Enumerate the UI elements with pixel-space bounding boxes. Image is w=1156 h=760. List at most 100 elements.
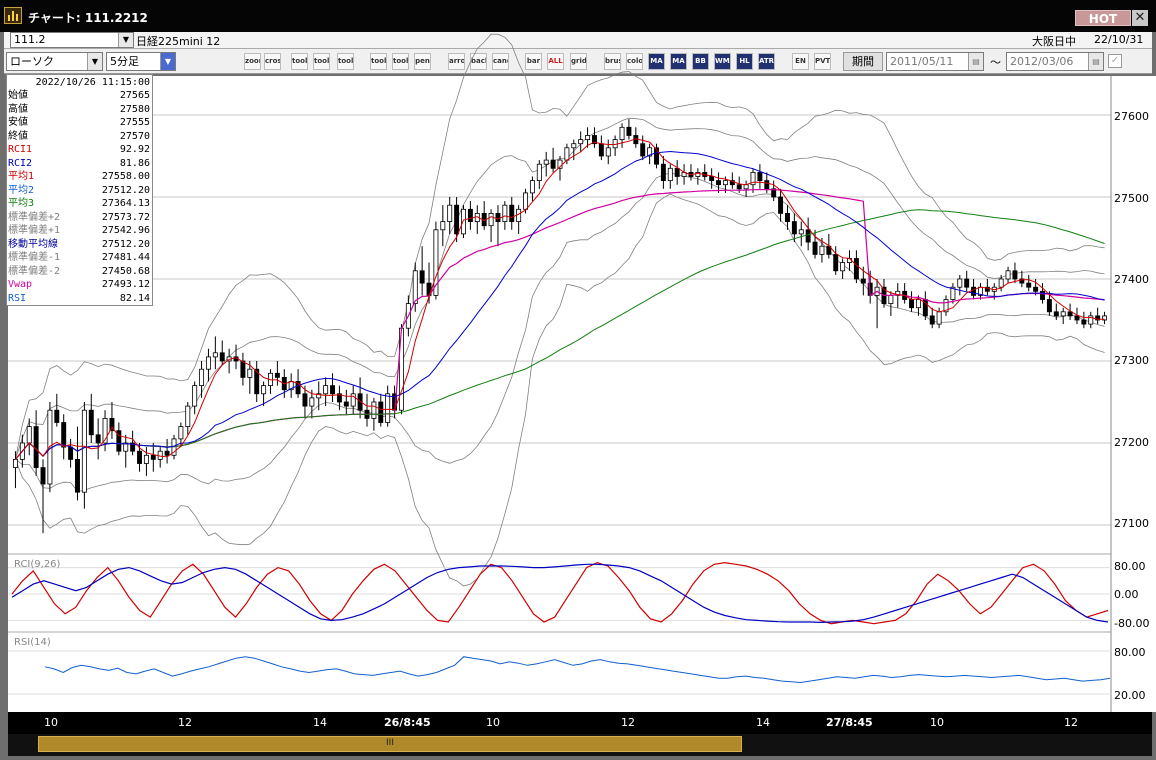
candle-body [536, 163, 542, 181]
candle-body [330, 385, 335, 395]
candle-body [412, 270, 418, 304]
candle-body [833, 253, 839, 272]
candle-body [61, 422, 67, 448]
rci-tick: 0.00 [1114, 588, 1139, 601]
price-tick: 27300 [1114, 354, 1149, 367]
candle-body [54, 409, 60, 423]
info-label: 安値 [8, 117, 28, 128]
candle-body [447, 204, 453, 222]
candle-body [998, 278, 1004, 288]
time-tick: 12 [178, 716, 192, 729]
candle-body [578, 139, 584, 145]
candle-body [1005, 270, 1011, 280]
info-value: 27364.13 [101, 198, 150, 209]
info-label: RSI [8, 292, 27, 304]
rsi-tick: 20.00 [1114, 689, 1146, 702]
ohlc-info-panel: 2022/10/26 11:15:00 始値 27565 高値 27580 安値 2755… [6, 74, 153, 306]
candle-body [261, 385, 267, 395]
candle-body [419, 270, 425, 284]
info-row: 安値 27555 [8, 116, 152, 129]
candle-body [743, 184, 749, 190]
info-row: 平均2 27512.20 [8, 184, 152, 197]
price-tick: 27500 [1114, 192, 1149, 205]
info-row: 平均1 27558.00 [8, 170, 152, 183]
info-row: RCI2 81.86 [8, 157, 152, 170]
info-row: Vwap 27493.12 [8, 278, 152, 291]
time-tick: 26/8:45 [384, 716, 431, 729]
info-label: 平均1 [8, 171, 35, 182]
candle-body [219, 352, 225, 362]
band-lower-2 [15, 193, 1105, 587]
info-label: RCI1 [8, 144, 33, 155]
candle-body [185, 405, 191, 428]
info-value: 27570 [119, 130, 150, 142]
candle-body [805, 229, 811, 243]
info-label: 終値 [8, 130, 28, 142]
candle-body [640, 143, 646, 157]
candle-body [371, 401, 377, 419]
info-row: 標準偏差-1 27481.44 [8, 251, 152, 264]
info-label: 標準偏差-2 [8, 265, 61, 277]
candle-body [1040, 290, 1045, 300]
info-value: 27450.68 [101, 265, 150, 277]
rci1-line [11, 561, 1109, 625]
candle-body [309, 397, 315, 407]
chart-svg [8, 33, 1150, 752]
candle-body [68, 446, 74, 460]
candle-body [605, 147, 611, 157]
time-tick: 12 [1064, 716, 1078, 729]
candle-body [509, 204, 515, 222]
candle-body [778, 196, 784, 214]
candle-body [323, 385, 329, 395]
price-tick: 27100 [1114, 517, 1149, 530]
candle-body [798, 229, 804, 235]
info-value: 27512.20 [101, 238, 150, 250]
info-label: 標準偏差+1 [8, 225, 61, 236]
scrollbar-thumb[interactable]: III [38, 736, 742, 752]
candle-body [1046, 299, 1052, 313]
candle-body [819, 245, 825, 255]
candle-body [660, 163, 666, 181]
candle-body [199, 368, 205, 387]
candle-body [722, 180, 728, 186]
candle-body [150, 454, 156, 460]
candle-body [164, 450, 170, 456]
candle-body [971, 286, 977, 296]
candle-body [40, 467, 46, 485]
rci-pane-label: RCI(9,26) [14, 559, 61, 570]
candle-body [467, 208, 473, 223]
candle-body [1081, 319, 1087, 325]
candle-body [736, 184, 742, 190]
candle-body [440, 221, 446, 231]
info-datetime: 2022/10/26 11:15:00 [35, 77, 150, 88]
candle-body [378, 401, 384, 423]
info-value: 27512.20 [101, 184, 150, 196]
info-row: 終値 27570 [8, 130, 152, 143]
candle-body [12, 458, 18, 468]
info-value: 92.92 [119, 144, 150, 155]
candle-body [860, 278, 866, 284]
candle-body [1026, 282, 1032, 288]
info-label: 平均2 [8, 184, 35, 196]
rsi-line [44, 656, 1111, 684]
info-label: 始値 [8, 90, 28, 101]
info-value: 82.14 [119, 292, 150, 304]
info-value: 27573.72 [101, 211, 150, 223]
time-tick: 10 [44, 716, 58, 729]
candle-body [302, 393, 308, 407]
ma1-line [15, 138, 1105, 460]
candle-body [343, 401, 349, 407]
candle-body [909, 299, 915, 309]
info-row: 高値 27580 [8, 103, 152, 116]
candle-body [274, 372, 280, 378]
candle-body [205, 356, 211, 370]
price-tick: 27600 [1114, 110, 1149, 123]
info-row: 標準偏差-2 27450.68 [8, 265, 152, 278]
candle-body [81, 409, 87, 493]
candle-body [709, 176, 715, 181]
candle-body [888, 294, 894, 304]
time-tick: 14 [313, 716, 327, 729]
candle-body [550, 159, 556, 169]
info-label: 高値 [8, 103, 28, 115]
candle-body [516, 208, 522, 223]
